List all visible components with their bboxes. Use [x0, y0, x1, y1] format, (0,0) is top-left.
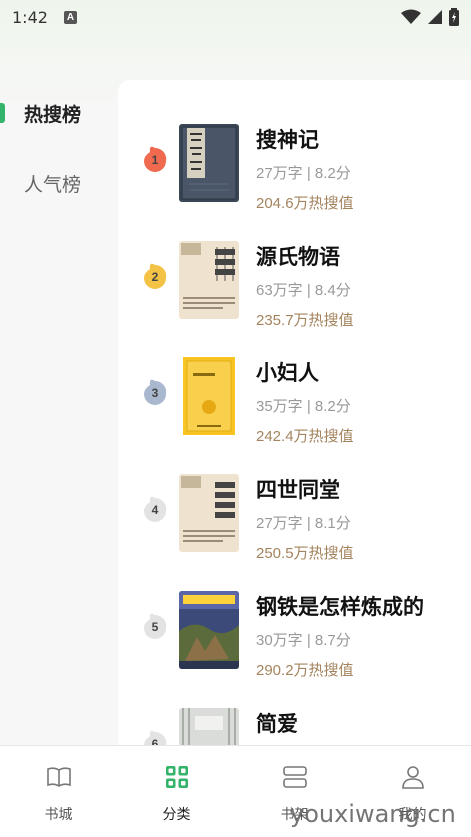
user-icon — [402, 766, 424, 789]
tab-label: 书城 — [44, 806, 73, 822]
rank-number: 4 — [151, 503, 159, 517]
book-hot-value: 235.7万热搜值 — [256, 312, 354, 329]
sidebar-item-label: 人气榜 — [24, 174, 82, 196]
rank-badge: 6 — [143, 728, 167, 745]
rank-number: 6 — [151, 737, 159, 745]
book-meta: 27万字 | 8.2分 — [256, 165, 351, 182]
book-cover — [179, 357, 239, 435]
rank-number: 2 — [151, 270, 159, 284]
book-item[interactable]: 3 小妇人 35万字 | 8.2分 242.4万热搜值 — [118, 353, 471, 453]
rank-number: 1 — [151, 153, 159, 167]
book-title: 搜神记 — [256, 129, 319, 152]
book-cover — [179, 474, 239, 552]
accessibility-badge: A — [63, 10, 77, 24]
book-title: 简爱 — [256, 713, 298, 736]
book-meta: 35万字 | 8.2分 — [256, 398, 351, 415]
status-icons — [401, 8, 459, 26]
book-cover — [179, 241, 239, 319]
status-time: 1:42 — [12, 7, 48, 27]
book-title: 钢铁是怎样炼成的 — [256, 596, 424, 619]
book-title: 四世同堂 — [256, 479, 340, 502]
ranking-sidebar: 热搜榜 人气榜 — [0, 80, 118, 745]
bookshelf-icon — [283, 766, 307, 788]
battery-icon — [449, 8, 459, 26]
book-cover — [179, 591, 239, 669]
grid-icon — [166, 766, 188, 788]
book-item[interactable]: 4 四世同堂 27万字 | 8.1分 250.5万热搜值 — [118, 470, 471, 570]
book-title: 源氏物语 — [256, 246, 340, 269]
book-item[interactable]: 5 钢铁是怎样炼成的 30万字 | 8.7分 290.2万热搜值 — [118, 587, 471, 687]
rank-badge: 1 — [143, 144, 167, 172]
book-item[interactable]: 1 搜神记 27万字 | 8.2分 204.6万热搜值 — [118, 120, 471, 220]
sidebar-item-popularity[interactable]: 人气榜 — [0, 168, 118, 198]
book-meta: 30万字 | 8.7分 — [256, 632, 351, 649]
book-item[interactable]: 6 简爱 — [118, 704, 471, 745]
rank-badge: 3 — [143, 377, 167, 405]
rank-number: 5 — [151, 620, 159, 634]
book-cover — [179, 708, 239, 745]
book-hot-value: 250.5万热搜值 — [256, 545, 354, 562]
book-meta: 27万字 | 8.1分 — [256, 515, 351, 532]
sidebar-item-hot-search[interactable]: 热搜榜 — [0, 98, 118, 128]
book-hot-value: 204.6万热搜值 — [256, 195, 354, 212]
rank-number: 3 — [151, 386, 159, 400]
status-bar: 1:42 A — [0, 0, 471, 34]
tab-category[interactable]: 分类 — [118, 746, 235, 837]
book-cover — [179, 124, 239, 202]
book-ranking-list: 1 搜神记 27万字 | 8.2分 204.6万热搜值 2 源氏物语 63万字 … — [118, 80, 471, 745]
wifi-icon — [401, 9, 421, 24]
rank-badge: 5 — [143, 611, 167, 639]
active-indicator — [0, 103, 5, 123]
tab-label: 分类 — [162, 806, 191, 822]
tab-bookstore[interactable]: 书城 — [0, 746, 117, 837]
book-meta: 63万字 | 8.4分 — [256, 282, 351, 299]
book-item[interactable]: 2 源氏物语 63万字 | 8.4分 235.7万热搜值 — [118, 237, 471, 337]
sidebar-item-label: 热搜榜 — [24, 104, 82, 126]
rank-badge: 2 — [143, 261, 167, 289]
watermark-text: youxiwang.cn — [290, 800, 456, 828]
rank-badge: 4 — [143, 494, 167, 522]
signal-icon — [428, 10, 442, 24]
book-hot-value: 290.2万热搜值 — [256, 662, 354, 679]
book-hot-value: 242.4万热搜值 — [256, 428, 354, 445]
book-title: 小妇人 — [256, 362, 319, 385]
open-book-icon — [47, 767, 71, 787]
